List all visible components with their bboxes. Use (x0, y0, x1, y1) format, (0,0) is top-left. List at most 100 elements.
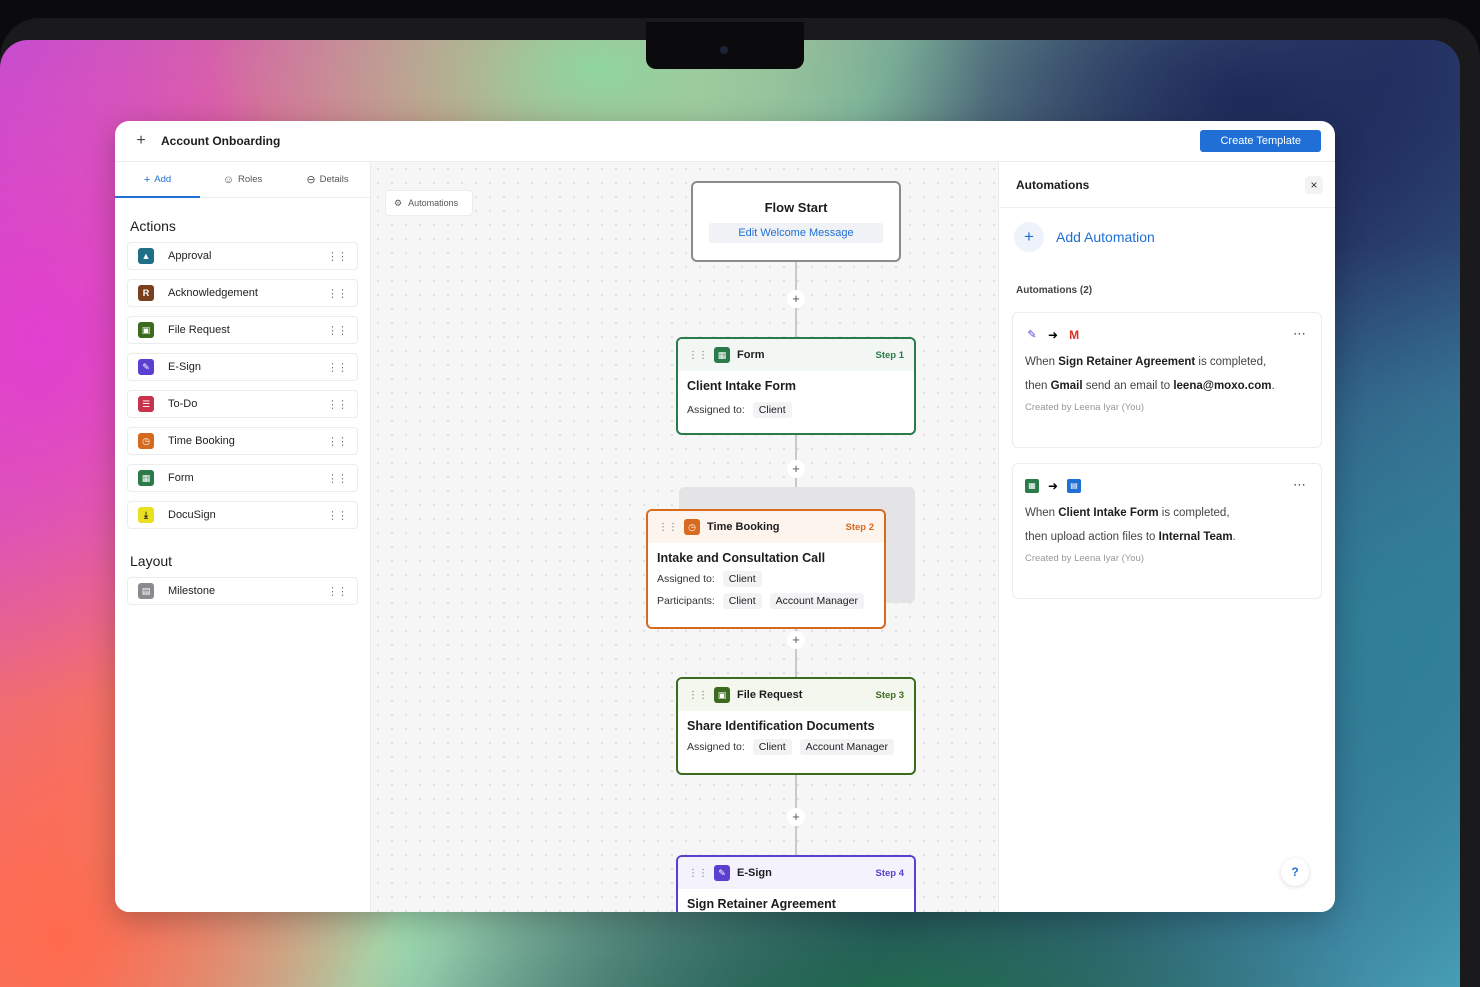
automation-description: When Client Intake Form is completed, th… (1025, 507, 1236, 543)
role-pill: Client (752, 402, 792, 418)
created-by: Created by Leena Iyar (You) (1025, 553, 1145, 564)
time-booking-icon: ◷ (684, 519, 700, 535)
step-number: Step 4 (875, 867, 904, 879)
create-template-button[interactable]: Create Template (1200, 130, 1321, 152)
more-icon[interactable]: ⋯ (1293, 477, 1307, 493)
sidebar-item-acknowledgement[interactable]: R Acknowledgement ⋮⋮ (127, 279, 358, 307)
flow-start-card[interactable]: Flow Start Edit Welcome Message (691, 181, 901, 262)
drag-handle-icon[interactable]: ⋮⋮ (327, 324, 348, 337)
sidebar-item-time-booking[interactable]: ◷ Time Booking ⋮⋮ (127, 427, 358, 455)
add-automation-button[interactable]: + Add Automation (1014, 222, 1155, 252)
automation-card[interactable]: ▦ ➜ ▤ ⋯ When Client Intake Form is compl… (1012, 463, 1322, 599)
drag-handle-icon[interactable]: ⋮⋮ (688, 868, 708, 879)
drag-handle-icon[interactable]: ⋮⋮ (688, 350, 708, 361)
drag-handle-icon[interactable]: ⋮⋮ (327, 435, 348, 448)
edit-welcome-message-button[interactable]: Edit Welcome Message (709, 223, 883, 243)
docusign-icon: ⤓ (138, 507, 154, 523)
sidebar-item-docusign[interactable]: ⤓ DocuSign ⋮⋮ (127, 501, 358, 529)
roles-icon: ☺ (222, 173, 234, 186)
add-step-button[interactable]: + (787, 808, 805, 826)
tab-add[interactable]: + Add (115, 162, 200, 197)
assigned-label: Assigned to: (687, 741, 745, 753)
gmail-icon: M (1067, 328, 1082, 342)
add-step-button[interactable]: + (787, 631, 805, 649)
flow-canvas[interactable]: ⚙ Automations + + + + Flow Start Edit We… (371, 162, 998, 912)
actions-list: ▲ Approval ⋮⋮ R Acknowledgement ⋮⋮ ▣ File Reque… (115, 242, 370, 529)
step-card-time-booking[interactable]: ⋮⋮ ◷ Time Booking Step 2 Intake and Cons… (646, 509, 886, 629)
automation-icons: ▦ ➜ ▤ (1025, 478, 1309, 494)
sidebar-item-label: Approval (168, 250, 212, 262)
add-step-button[interactable]: + (787, 290, 805, 308)
role-pill: Client (722, 593, 762, 609)
step-name: Share Identification Documents (687, 719, 875, 733)
tab-label: Roles (237, 174, 263, 185)
close-icon[interactable]: × (1305, 176, 1323, 194)
drag-handle-icon[interactable]: ⋮⋮ (327, 361, 348, 374)
sidebar-item-label: Milestone (168, 585, 216, 597)
drag-handle-icon[interactable]: ⋮⋮ (658, 522, 678, 533)
automation-card[interactable]: ✎ ➜ M ⋯ When Sign Retainer Agreement is … (1012, 312, 1322, 448)
automation-icons: ✎ ➜ M (1025, 327, 1309, 343)
automations-panel: Automations × + Add Automation Automatio… (998, 162, 1335, 912)
sidebar-item-to-do[interactable]: ☰ To-Do ⋮⋮ (127, 390, 358, 418)
role-pill: Client (722, 571, 762, 587)
document-icon: ▤ (1067, 479, 1082, 493)
actions-heading: Actions (130, 218, 176, 234)
todo-icon: ☰ (138, 396, 154, 412)
help-button[interactable]: ? (1281, 858, 1309, 886)
assigned-row: Assigned to: Client Account Manager (687, 739, 905, 755)
step-body: Intake and Consultation Call Assigned to… (648, 543, 884, 609)
created-by: Created by Leena Iyar (You) (1025, 402, 1145, 413)
sidebar-item-label: Form (168, 472, 194, 484)
form-icon: ▦ (714, 347, 730, 363)
sidebar-item-approval[interactable]: ▲ Approval ⋮⋮ (127, 242, 358, 270)
step-number: Step 2 (845, 521, 874, 533)
step-type: E-Sign (737, 867, 772, 879)
arrow-right-icon: ➜ (1048, 479, 1059, 493)
sidebar-item-label: Time Booking (168, 435, 235, 447)
tab-details[interactable]: ⊖ Details (285, 162, 370, 197)
step-header: ⋮⋮ ✎ E-Sign Step 4 (678, 857, 914, 889)
drag-handle-icon[interactable]: ⋮⋮ (327, 250, 348, 263)
camera-notch (646, 22, 804, 69)
sidebar: + Add ☺ Roles ⊖ Details Actions ▲ Approva… (115, 162, 371, 912)
tab-roles[interactable]: ☺ Roles (200, 162, 285, 197)
automations-count: Automations (2) (1016, 285, 1093, 296)
assigned-row: Assigned to: Client (657, 571, 875, 587)
drag-handle-icon[interactable]: ⋮⋮ (688, 690, 708, 701)
drag-handle-icon[interactable]: ⋮⋮ (327, 472, 348, 485)
sidebar-item-label: DocuSign (168, 509, 216, 521)
plus-icon: + (143, 173, 151, 186)
drag-handle-icon[interactable]: ⋮⋮ (327, 287, 348, 300)
step-card-form[interactable]: ⋮⋮ ▦ Form Step 1 Client Intake Form Assi… (676, 337, 916, 435)
sidebar-item-form[interactable]: ▦ Form ⋮⋮ (127, 464, 358, 492)
plus-icon[interactable]: + (131, 131, 151, 151)
step-card-file-request[interactable]: ⋮⋮ ▣ File Request Step 3 Share Identific… (676, 677, 916, 775)
time-booking-icon: ◷ (138, 433, 154, 449)
acknowledgement-icon: R (138, 285, 154, 301)
sidebar-item-e-sign[interactable]: ✎ E-Sign ⋮⋮ (127, 353, 358, 381)
step-card-esign[interactable]: ⋮⋮ ✎ E-Sign Step 4 Sign Retainer Agreeme… (676, 855, 916, 912)
participants-label: Participants: (657, 595, 715, 607)
drag-handle-icon[interactable]: ⋮⋮ (327, 585, 348, 598)
step-body: Client Intake Form Assigned to: Client (678, 371, 914, 418)
more-icon[interactable]: ⋯ (1293, 326, 1307, 342)
milestone-icon: ▤ (138, 583, 154, 599)
automations-chip[interactable]: ⚙ Automations (385, 190, 473, 216)
sidebar-item-label: To-Do (168, 398, 198, 410)
sidebar-item-file-request[interactable]: ▣ File Request ⋮⋮ (127, 316, 358, 344)
role-pill: Client (752, 739, 792, 755)
drag-handle-icon[interactable]: ⋮⋮ (327, 509, 348, 522)
sidebar-item-label: Acknowledgement (168, 287, 258, 299)
sidebar-item-label: File Request (168, 324, 230, 336)
approval-icon: ▲ (138, 248, 154, 264)
sidebar-item-milestone[interactable]: ▤ Milestone ⋮⋮ (127, 577, 358, 605)
add-step-button[interactable]: + (787, 460, 805, 478)
drag-handle-icon[interactable]: ⋮⋮ (327, 398, 348, 411)
assigned-label: Assigned to: (687, 404, 745, 416)
form-icon: ▦ (1025, 479, 1039, 493)
layout-list: ▤ Milestone ⋮⋮ (115, 577, 370, 605)
panel-title: Automations (999, 162, 1335, 208)
step-header: ⋮⋮ ▣ File Request Step 3 (678, 679, 914, 711)
automation-icon: ⚙ (394, 197, 403, 208)
